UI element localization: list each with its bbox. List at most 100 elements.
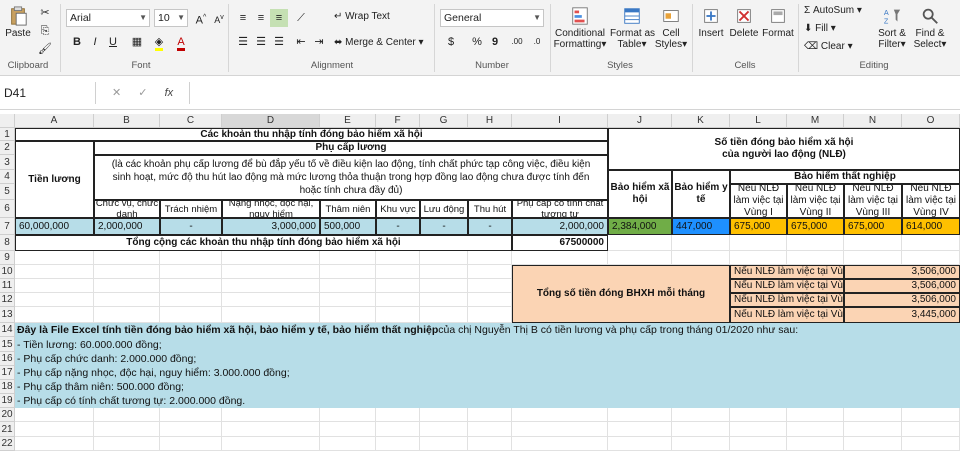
data-cell[interactable]: - [420,218,468,235]
data-cell[interactable]: - [160,218,222,235]
borders-icon[interactable]: ▦ [128,33,146,51]
data-cell[interactable]: 675,000 [730,218,787,235]
fill-color-icon[interactable]: ◈ [150,33,168,51]
data-cell[interactable]: 500,000 [320,218,376,235]
align-middle-icon[interactable]: ≡ [252,9,270,27]
column-header[interactable]: B [94,114,160,128]
column-header[interactable]: G [420,114,468,128]
region-header[interactable]: Nếu NLĐ làm việc tại Vùng II [787,184,844,218]
row-header[interactable]: 10 [0,265,15,279]
shrink-font-button[interactable]: Av [210,9,228,27]
enter-icon[interactable]: ✓ [138,87,147,99]
row-header[interactable]: 14 [0,323,15,337]
autosum-button[interactable]: Σ AutoSum ▾ [804,5,862,16]
note-line[interactable]: - Phụ cấp nặng nhọc, độc hại, nguy hiểm:… [17,366,917,380]
column-header[interactable]: O [902,114,960,128]
allowance-subheader[interactable]: Chức vụ, chức danh [94,200,160,218]
paste-button[interactable]: Paste [3,6,33,39]
row-header[interactable]: 1 [0,128,15,141]
column-header[interactable]: L [730,114,787,128]
allowance-subheader[interactable]: Khu vực [376,200,420,218]
bold-button[interactable]: B [68,33,86,51]
summary-row-value[interactable]: 3,506,000 [844,293,960,307]
delete-button[interactable]: Delete [728,6,760,39]
row-header[interactable]: 16 [0,352,15,366]
column-header[interactable]: C [160,114,222,128]
right-title[interactable]: Số tiền đóng bảo hiểm xã hội của người la… [608,128,960,170]
wrap-text-button[interactable]: ↵ Wrap Text [334,11,390,22]
summary-row-label[interactable]: Nếu NLĐ làm việc tại Vùng II [730,279,844,293]
allowance-description[interactable]: (là các khoản phụ cấp lương để bù đắp yế… [94,155,608,200]
increase-indent-icon[interactable]: ⇥ [310,33,328,51]
summary-row-label[interactable]: Nếu NLĐ làm việc tại Vùng I [730,265,844,279]
note-line[interactable]: - Phụ cấp có tính chất tương tự: 2.000.0… [17,394,917,408]
conditional-formatting-button[interactable]: Conditional Formatting▾ [552,6,608,50]
row-header[interactable]: 21 [0,422,15,437]
note-line[interactable]: - Phụ cấp thâm niên: 500.000 đồng; [17,380,917,394]
data-cell[interactable]: 675,000 [844,218,902,235]
note-line[interactable]: - Tiền lương: 60.000.000 đồng; [17,337,917,352]
font-name-select[interactable]: Arial ▼ [66,9,150,27]
format-button[interactable]: Format [762,6,794,39]
font-size-select[interactable]: 10 ▼ [154,9,188,27]
align-bottom-icon[interactable]: ≡ [270,9,288,27]
increase-decimal-icon[interactable]: .00 [508,33,526,51]
note-line[interactable]: Đây là File Excel tính tiền đóng bảo hiể… [17,323,957,337]
data-cell[interactable]: 3,000,000 [222,218,320,235]
font-color-button[interactable]: A [172,33,190,51]
underline-button[interactable]: U [104,33,122,51]
data-cell[interactable]: 60,000,000 [15,218,94,235]
summary-row-value[interactable]: 3,506,000 [844,279,960,293]
total-label[interactable]: Tổng cộng các khoản thu nhập tính đóng b… [15,235,512,251]
column-header[interactable]: A [15,114,94,128]
data-cell[interactable]: - [468,218,512,235]
allowance-subheader[interactable]: Phụ cấp có tính chất tương tự [512,200,608,218]
column-header[interactable]: E [320,114,376,128]
copy-icon[interactable]: ⎘ [36,22,54,40]
summary-row-value[interactable]: 3,445,000 [844,307,960,323]
name-box[interactable]: D41 [0,82,96,104]
align-center-icon[interactable]: ☰ [252,33,270,51]
bhxh-header[interactable]: Bảo hiểm xã hội [608,170,672,218]
bhtn-header[interactable]: Bảo hiểm thất nghiệp [730,170,960,184]
row-header[interactable]: 7 [0,218,15,235]
summary-row-value[interactable]: 3,506,000 [844,265,960,279]
comma-button[interactable]: 9 [486,33,504,51]
row-header[interactable]: 15 [0,337,15,352]
summary-row-label[interactable]: Nếu NLĐ làm việc tại Vùng IV [730,307,844,323]
data-cell[interactable]: 614,000 [902,218,960,235]
number-format-select[interactable]: General ▼ [440,9,544,27]
insert-function-icon[interactable]: fx [165,87,174,99]
bhyt-header[interactable]: Bảo hiểm y tế [672,170,730,218]
row-header[interactable]: 18 [0,380,15,394]
column-header[interactable]: K [672,114,730,128]
decrease-indent-icon[interactable]: ⇤ [292,33,310,51]
grow-font-button[interactable]: A^ [192,9,210,27]
select-all-corner[interactable] [0,114,15,128]
total-value[interactable]: 67500000 [512,235,608,251]
sheet-title[interactable]: Các khoản thu nhập tính đóng bảo hiểm xã… [15,128,608,141]
allowance-subheader[interactable]: Nặng nhọc, độc hại, nguy hiểm [222,200,320,218]
allowance-subheader[interactable]: Lưu động [420,200,468,218]
region-header[interactable]: Nếu NLĐ làm việc tại Vùng IV [902,184,960,218]
column-header[interactable]: M [787,114,844,128]
row-header[interactable]: 6 [0,200,15,218]
sort-filter-button[interactable]: AZ Sort & Filter▾ [874,6,910,50]
percent-button[interactable]: % [468,33,486,51]
row-header[interactable]: 8 [0,235,15,251]
row-header[interactable]: 9 [0,251,15,265]
data-cell[interactable]: - [376,218,420,235]
align-right-icon[interactable]: ☰ [270,33,288,51]
data-cell[interactable]: 2,384,000 [608,218,672,235]
align-top-icon[interactable]: ≡ [234,9,252,27]
summary-label[interactable]: Tổng số tiền đóng BHXH mỗi tháng [512,265,730,323]
column-header[interactable]: F [376,114,420,128]
insert-button[interactable]: Insert [696,6,726,39]
data-cell[interactable]: 675,000 [787,218,844,235]
row-header[interactable]: 4 [0,170,15,184]
data-cell[interactable]: 2,000,000 [512,218,608,235]
row-header[interactable]: 20 [0,408,15,422]
row-header[interactable]: 19 [0,394,15,408]
salary-header[interactable]: Tiền lương [15,141,94,218]
column-header[interactable]: I [512,114,608,128]
